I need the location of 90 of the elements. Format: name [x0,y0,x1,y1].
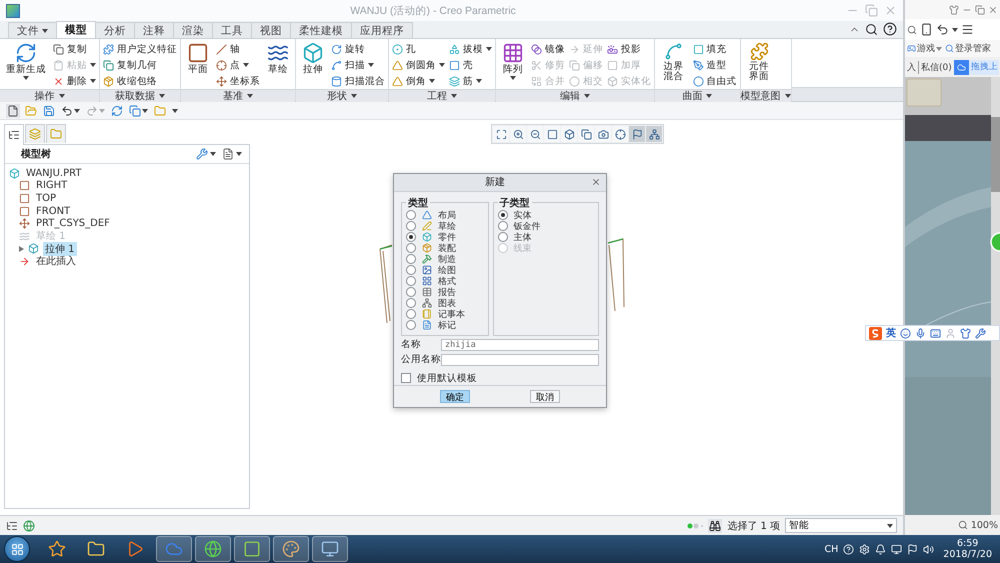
ribbon-button[interactable]: 填充 [692,41,737,57]
field-label: 公用名称 [401,353,441,366]
ribbon-button[interactable]: 阵列 [499,41,527,82]
ribbon-button[interactable]: 孔 [392,41,445,57]
group-menu-button[interactable]: 编辑 [496,89,654,102]
language-indicator[interactable]: CH [824,544,838,554]
ribbon-button[interactable]: 旋转 [331,41,385,57]
ribbon-button[interactable]: 造型 [692,57,737,73]
tree-item[interactable]: 在此插入 [34,254,78,268]
option-label: 主体 [514,232,532,244]
group-menu-button[interactable]: 获取数据 [100,89,180,102]
group-menu-button[interactable]: 曲面 [655,89,740,102]
tree-item[interactable]: 拉伸 1 [43,242,77,256]
group-title: 类型 [407,196,429,210]
toolbar-link[interactable]: 登录管家 [945,42,991,55]
clock-time: 6:59 [956,538,978,549]
dialog-title: 新建 [484,176,506,190]
ribbon-button[interactable]: 筋 [449,73,492,89]
ribbon-tab[interactable]: 工具 [212,22,252,38]
option-label: 实体 [514,210,532,222]
ribbon-button[interactable]: 扫描混合 [331,73,385,89]
zoom-level: 100% [970,520,998,530]
filter-dropdown[interactable]: 智能 [785,518,897,533]
tree-item[interactable]: WANJU.PRT [24,168,84,179]
option-label: 标记 [438,320,456,332]
ribbon-button[interactable]: 点 [216,57,260,73]
group-menu-button[interactable]: 操作 [0,89,99,102]
input-field[interactable]: zhijia [441,338,599,351]
option-label: 格式 [438,276,456,288]
ribbon-button[interactable]: 倒圆角 [392,57,445,73]
ribbon-button[interactable]: 复制几何 [103,57,177,73]
option-label: 报告 [438,286,456,298]
option-label: 线束 [514,242,532,255]
option-label: 零件 [438,232,456,244]
option-label: 图表 [438,298,456,310]
page-link[interactable]: 入 [907,60,916,74]
ribbon-button[interactable]: 复制 [53,41,96,57]
group-menu-button[interactable]: 形状 [296,89,388,102]
tree-item[interactable]: PRT_CSYS_DEF [34,218,112,230]
dialog-button[interactable]: 取消 [530,390,560,403]
ribbon-tab[interactable]: 模型 [56,21,96,38]
ribbon-button[interactable]: 自由式 [692,73,737,89]
ribbon-button[interactable]: 投影 [607,41,651,57]
ribbon-tab[interactable]: 文件 [8,22,57,38]
dialog-button[interactable]: 确定 [440,390,470,403]
group-title: 子类型 [498,196,531,210]
group-menu-button[interactable]: 基准 [181,89,295,102]
toolbar-link[interactable]: 游戏 [907,42,942,55]
ribbon-button[interactable]: 草绘 [264,41,292,76]
ribbon-button[interactable]: 边界混合 [658,41,689,83]
ribbon-tab[interactable]: 渲染 [173,22,213,38]
ribbon-tab[interactable]: 视图 [251,22,291,38]
ribbon-button[interactable]: 壳 [449,57,492,73]
option-label: 记事本 [438,308,465,320]
selection-status: 选择了 1 项 [727,520,780,532]
option-label: 布局 [438,210,456,222]
ribbon-button[interactable]: 元件界面 [744,41,774,83]
ribbon-button[interactable]: 收缩包络 [103,73,177,89]
ribbon-tab[interactable]: 分析 [95,22,135,38]
ribbon-button[interactable]: 拉伸 [299,41,327,76]
ribbon-button[interactable]: 删除 [53,73,96,89]
ribbon-button[interactable]: 倒角 [392,73,445,89]
option-label: 绘图 [438,264,456,276]
option-label: 草绘 [438,220,456,232]
clock-date: 2018/7/20 [943,549,992,560]
ribbon-button[interactable]: 镜像 [531,41,565,57]
tree-item[interactable]: FRONT [34,206,72,217]
option-label: 制造 [438,254,456,266]
window-title: WANJU (活动的) - Creo Parametric [349,4,517,18]
ribbon-button[interactable]: 用户定义特征 [103,41,177,57]
tree-item[interactable]: RIGHT [34,180,70,192]
ribbon-tab[interactable]: 柔性建模 [290,22,352,38]
ribbon-button[interactable]: 坐标系 [216,73,260,89]
ribbon-button[interactable]: 扫描 [331,57,385,73]
group-menu-button[interactable]: 模型意图 [740,89,791,102]
option-label: 装配 [438,242,456,254]
group-menu-button[interactable]: 工程 [389,89,495,102]
ribbon-tab[interactable]: 注释 [134,22,174,38]
ribbon-button[interactable]: 轴 [216,41,260,57]
tree-item[interactable]: TOP [34,192,58,204]
input-mode[interactable]: 英 [886,326,896,340]
ribbon-button[interactable]: 重新生成 [3,41,49,82]
checkbox-label: 使用默认模板 [417,372,477,385]
ribbon-button[interactable]: 平面 [184,41,212,76]
panel-title: 模型树 [21,148,52,161]
ribbon-tab[interactable]: 应用程序 [351,22,413,38]
ribbon-button[interactable]: 拔模 [449,41,492,57]
field-label: 名称 [401,338,422,352]
option-label: 钣金件 [514,220,541,232]
page-link[interactable]: 私信(0) [918,60,952,74]
